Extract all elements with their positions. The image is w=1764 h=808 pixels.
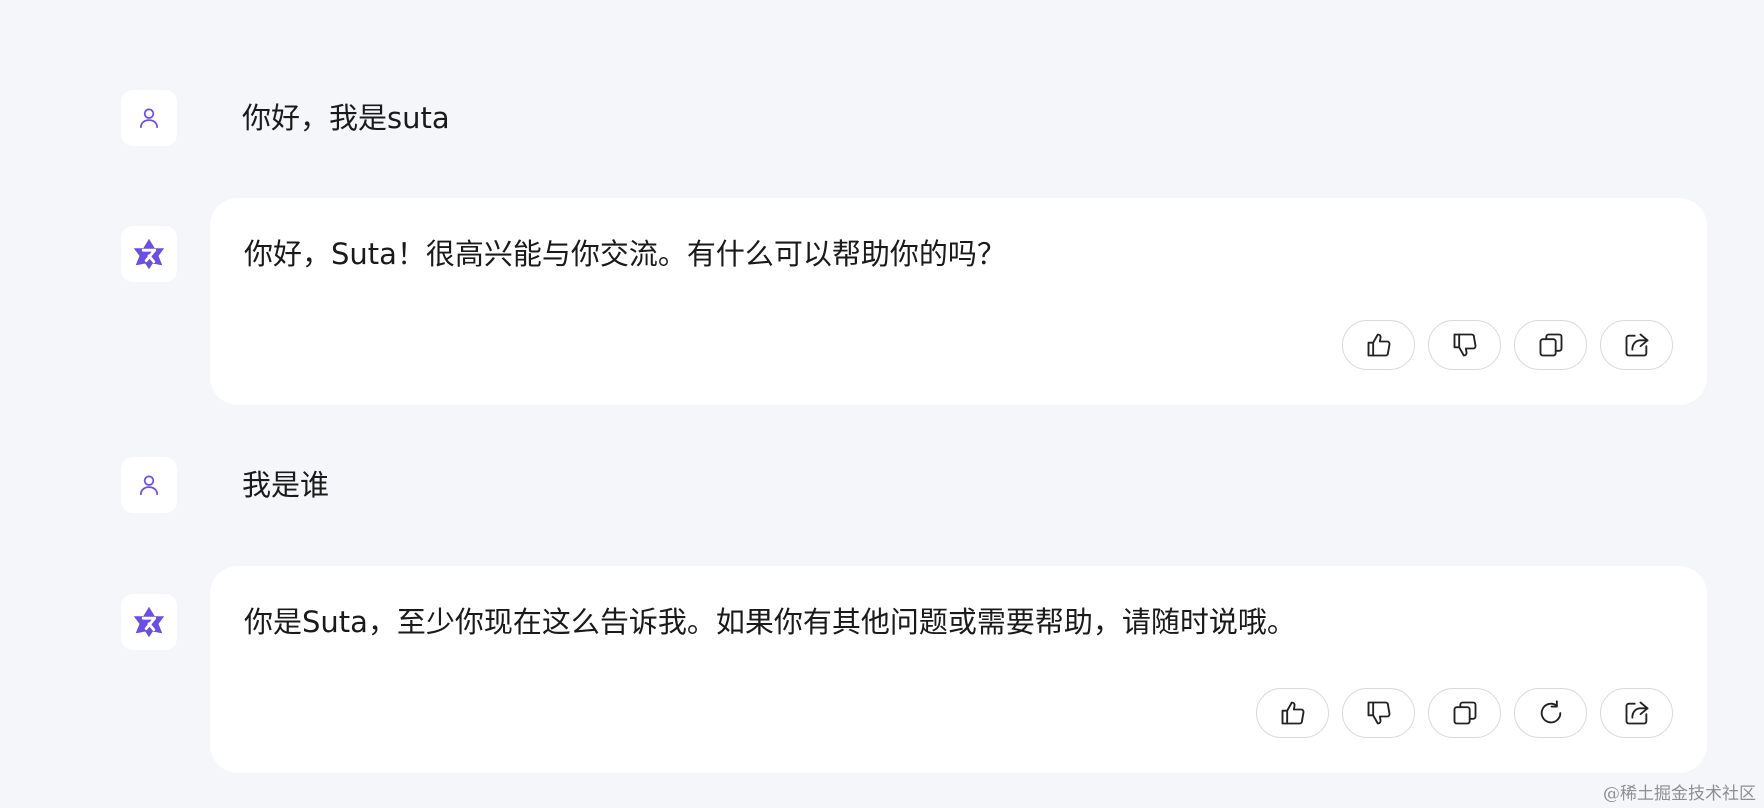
share-icon bbox=[1623, 699, 1651, 727]
share-icon bbox=[1623, 331, 1651, 359]
regenerate-icon bbox=[1537, 699, 1565, 727]
copy-icon bbox=[1537, 331, 1565, 359]
like-button[interactable] bbox=[1256, 688, 1329, 738]
assistant-message-text: 你好，Suta！很高兴能与你交流。有什么可以帮助你的吗？ bbox=[244, 237, 1006, 271]
chat-page: 你好，我是suta 你好，Suta！很高兴能与你交流。有什么可以帮助你的吗？ 我… bbox=[0, 0, 1764, 808]
assistant-message-text: 你是Suta，至少你现在这么告诉我。如果你有其他问题或需要帮助，请随时说哦。 bbox=[244, 605, 1296, 639]
share-button[interactable] bbox=[1600, 320, 1673, 370]
user-message-text: 我是谁 bbox=[242, 468, 330, 502]
thumbs-up-icon bbox=[1279, 699, 1307, 727]
assistant-avatar bbox=[121, 594, 177, 650]
watermark: @稀土掘金技术社区 bbox=[1603, 784, 1756, 804]
thumbs-down-icon bbox=[1365, 699, 1393, 727]
share-button[interactable] bbox=[1600, 688, 1673, 738]
assistant-logo-icon bbox=[130, 603, 168, 641]
person-icon bbox=[136, 105, 162, 131]
user-message-text: 你好，我是suta bbox=[242, 101, 450, 135]
copy-button[interactable] bbox=[1514, 320, 1587, 370]
thumbs-down-icon bbox=[1451, 331, 1479, 359]
dislike-button[interactable] bbox=[1428, 320, 1501, 370]
user-avatar bbox=[121, 90, 177, 146]
message-actions bbox=[1342, 320, 1673, 370]
assistant-message-bubble: 你好，Suta！很高兴能与你交流。有什么可以帮助你的吗？ bbox=[210, 198, 1707, 405]
like-button[interactable] bbox=[1342, 320, 1415, 370]
assistant-avatar bbox=[121, 226, 177, 282]
copy-button[interactable] bbox=[1428, 688, 1501, 738]
person-icon bbox=[136, 472, 162, 498]
thumbs-up-icon bbox=[1365, 331, 1393, 359]
message-actions bbox=[1256, 688, 1673, 738]
assistant-logo-icon bbox=[130, 235, 168, 273]
assistant-message-bubble: 你是Suta，至少你现在这么告诉我。如果你有其他问题或需要帮助，请随时说哦。 bbox=[210, 566, 1707, 773]
regenerate-button[interactable] bbox=[1514, 688, 1587, 738]
user-avatar bbox=[121, 457, 177, 513]
dislike-button[interactable] bbox=[1342, 688, 1415, 738]
copy-icon bbox=[1451, 699, 1479, 727]
